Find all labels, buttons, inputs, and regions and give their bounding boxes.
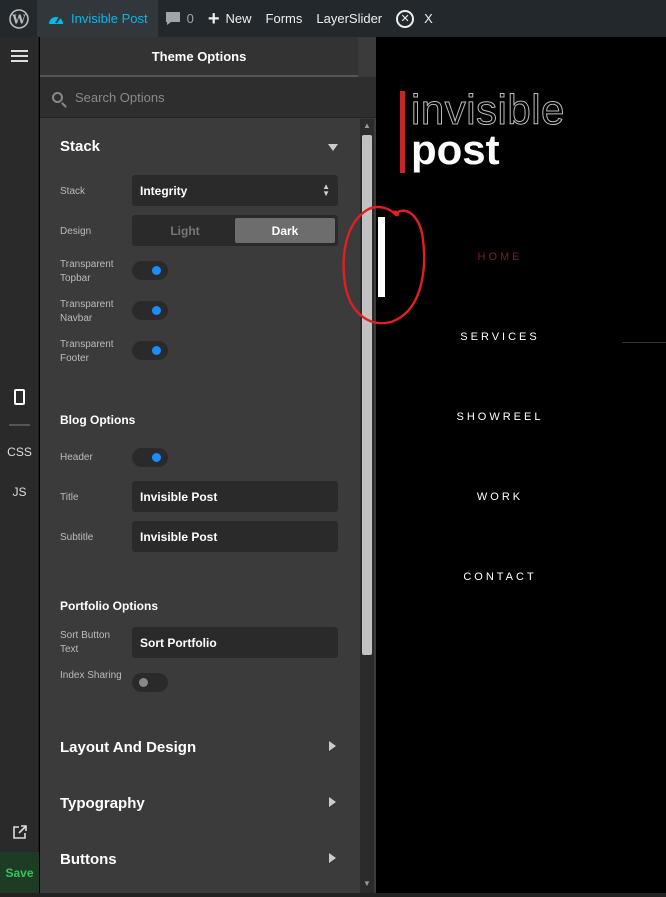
stack-label: Stack <box>60 186 86 197</box>
title-label: Title <box>60 492 79 503</box>
blog-header-toggle[interactable] <box>132 448 168 467</box>
nav-home[interactable]: HOME <box>377 251 623 263</box>
stack-select-value: Integrity <box>140 183 188 198</box>
save-button[interactable]: Save <box>0 852 39 893</box>
stack-section-header[interactable]: Stack <box>60 138 340 155</box>
forms-label: Forms <box>265 11 303 26</box>
x-label: X <box>424 11 433 26</box>
logo-line-2: post <box>411 126 500 173</box>
expand-arrow-icon[interactable] <box>329 741 336 751</box>
device-preview-button[interactable] <box>0 389 39 405</box>
transparent-topbar-toggle[interactable] <box>132 261 168 280</box>
nav-services[interactable]: SERVICES <box>377 331 623 343</box>
blog-title-input[interactable]: Invisible Post <box>132 481 338 512</box>
index-sharing-toggle[interactable] <box>132 673 168 692</box>
layerslider-link[interactable]: LayerSlider <box>309 0 389 37</box>
wordpress-logo-button[interactable]: W <box>0 0 37 37</box>
layout-and-design-section-header[interactable]: Layout And Design <box>60 739 340 756</box>
expand-arrow-icon[interactable] <box>329 853 336 863</box>
nav-work[interactable]: WORK <box>377 491 623 503</box>
site-name-label: Invisible Post <box>71 11 148 26</box>
design-segmented-control: Light Dark <box>132 215 338 246</box>
stack-select[interactable]: Integrity ▲ ▼ <box>132 175 338 206</box>
portfolio-options-heading: Portfolio Options <box>60 599 158 613</box>
search-options-field[interactable]: Search Options <box>40 77 376 118</box>
site-preview: invisible post HOME SERVICES SHOWREEL WO… <box>342 37 666 893</box>
rail-divider <box>9 424 30 426</box>
design-dark-option[interactable]: Dark <box>235 218 335 243</box>
expand-arrow-icon[interactable] <box>329 797 336 807</box>
bottom-strip <box>0 893 666 897</box>
scroll-up-arrow-icon[interactable]: ▲ <box>360 119 374 133</box>
design-label: Design <box>60 226 92 237</box>
transparent-topbar-label: Transparent Topbar <box>60 259 114 284</box>
blog-subtitle-input[interactable]: Invisible Post <box>132 521 338 552</box>
theme-options-panel: Theme Options Search Options ▲ ▼ Stack S… <box>40 37 376 893</box>
select-updown-icon: ▲ ▼ <box>322 182 330 198</box>
typography-section-header[interactable]: Typography <box>60 795 340 812</box>
transparent-footer-toggle[interactable] <box>132 341 168 360</box>
left-rail: CSS JS Save <box>0 37 39 893</box>
plus-icon: + <box>207 7 220 30</box>
red-annotation-circle <box>342 205 426 325</box>
comments-count: 0 <box>186 11 194 26</box>
scroll-down-arrow-icon[interactable]: ▼ <box>360 877 374 891</box>
wordpress-icon: W <box>8 8 29 29</box>
css-editor-button[interactable]: CSS <box>0 445 39 459</box>
nav-divider <box>622 342 666 343</box>
sort-button-text-label: Sort Button Text <box>60 630 111 655</box>
design-light-option[interactable]: Light <box>135 218 235 243</box>
x-theme-link[interactable]: ✕ X <box>389 0 440 37</box>
new-label: New <box>225 11 252 26</box>
nav-showreel[interactable]: SHOWREEL <box>377 411 623 423</box>
index-sharing-label: Index Sharing <box>60 670 122 681</box>
external-link-icon[interactable] <box>0 824 39 845</box>
logo-line-1: invisible <box>411 86 565 133</box>
forms-link[interactable]: Forms <box>259 0 310 37</box>
blog-options-heading: Blog Options <box>60 413 136 427</box>
admin-bar: W Invisible Post 0 + New Forms LayerSlid… <box>0 0 666 37</box>
dashboard-gauge-icon <box>49 15 63 24</box>
panel-title: Theme Options <box>40 37 358 77</box>
js-editor-button[interactable]: JS <box>0 485 39 499</box>
buttons-section-header[interactable]: Buttons <box>60 851 340 868</box>
header-label: Header <box>60 452 93 463</box>
menu-hamburger-icon[interactable] <box>0 47 39 65</box>
layerslider-label: LayerSlider <box>316 11 383 26</box>
nav-contact[interactable]: CONTACT <box>377 571 623 583</box>
sort-button-text-input[interactable]: Sort Portfolio <box>132 627 338 658</box>
search-placeholder: Search Options <box>75 89 165 105</box>
svg-text:W: W <box>11 12 26 26</box>
x-circle-icon: ✕ <box>396 9 415 28</box>
mobile-device-icon <box>14 389 25 405</box>
subtitle-label: Subtitle <box>60 532 94 543</box>
search-icon <box>52 91 63 103</box>
collapse-arrow-icon[interactable] <box>328 144 338 151</box>
comment-bubble-icon <box>165 12 180 25</box>
transparent-footer-label: Transparent Footer <box>60 339 114 364</box>
new-content-link[interactable]: + New <box>201 0 259 37</box>
transparent-navbar-label: Transparent Navbar <box>60 299 114 324</box>
logo-accent-bar <box>400 91 405 173</box>
site-name-link[interactable]: Invisible Post <box>37 0 158 37</box>
transparent-navbar-toggle[interactable] <box>132 301 168 320</box>
comments-link[interactable]: 0 <box>158 0 201 37</box>
